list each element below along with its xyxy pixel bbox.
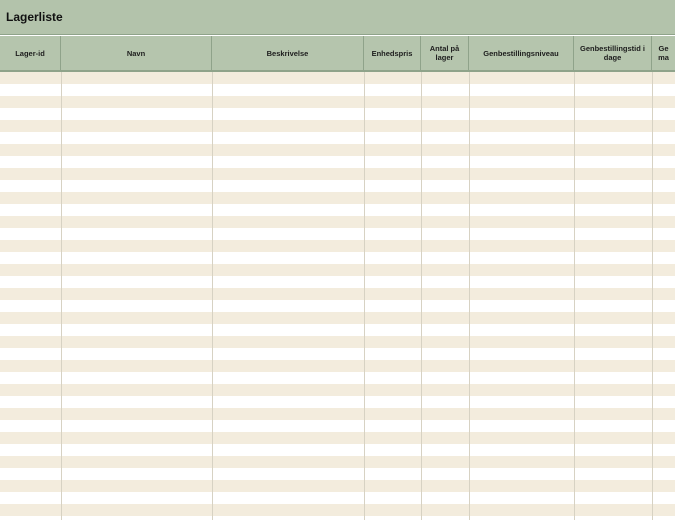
column-header-lager-id[interactable]: Lager-id <box>0 36 61 70</box>
inventory-sheet: Lagerliste Lager-id Navn Beskrivelse Enh… <box>0 0 675 520</box>
column-divider <box>574 72 575 520</box>
table-header-row: Lager-id Navn Beskrivelse Enhedspris Ant… <box>0 36 675 72</box>
column-header-navn[interactable]: Navn <box>61 36 212 70</box>
column-header-truncated[interactable]: Ge ma <box>652 36 675 70</box>
column-divider <box>212 72 213 520</box>
column-header-antal-paa-lager[interactable]: Antal på lager <box>421 36 469 70</box>
title-bar: Lagerliste <box>0 0 675 35</box>
column-divider <box>364 72 365 520</box>
column-header-beskrivelse[interactable]: Beskrivelse <box>212 36 364 70</box>
column-header-genbestillingsniveau[interactable]: Genbestillingsniveau <box>469 36 574 70</box>
column-header-genbestillingstid[interactable]: Genbestillingstid i dage <box>574 36 652 70</box>
column-divider <box>61 72 62 520</box>
sheet-title: Lagerliste <box>6 10 63 24</box>
column-divider <box>469 72 470 520</box>
column-divider <box>421 72 422 520</box>
column-header-enhedspris[interactable]: Enhedspris <box>364 36 421 70</box>
table-body <box>0 72 675 520</box>
column-divider <box>652 72 653 520</box>
